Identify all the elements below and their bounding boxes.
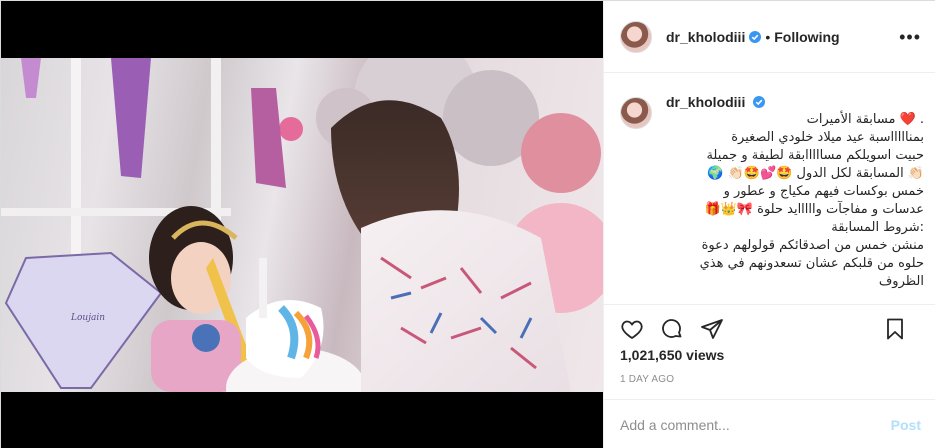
diamond-sign-label: Loujain bbox=[70, 313, 105, 323]
post-header: dr_kholodiii • Following ••• bbox=[604, 1, 935, 73]
comment-icon[interactable] bbox=[660, 317, 684, 341]
following-button[interactable]: Following bbox=[774, 29, 839, 45]
post-time[interactable]: 1 DAY AGO bbox=[620, 374, 674, 385]
action-bar bbox=[604, 304, 935, 352]
comment-box: Post bbox=[604, 399, 935, 448]
username-link[interactable]: dr_kholodiii bbox=[666, 29, 745, 45]
avatar[interactable] bbox=[620, 20, 652, 53]
comment-input[interactable] bbox=[620, 416, 891, 433]
verified-icon bbox=[749, 30, 762, 43]
instagram-post: Loujain dr_kholodiii • Following ••• dr_… bbox=[0, 0, 935, 448]
separator-dot: • bbox=[765, 28, 771, 45]
caption-username[interactable]: dr_kholodiii bbox=[666, 94, 745, 110]
heart-icon[interactable] bbox=[620, 317, 644, 341]
verified-icon bbox=[753, 96, 766, 108]
view-count[interactable]: 1,021,650 views bbox=[620, 347, 724, 363]
video-frame[interactable]: Loujain bbox=[1, 58, 603, 392]
bookmark-icon[interactable] bbox=[883, 317, 907, 341]
video-still: Loujain bbox=[1, 58, 603, 392]
caption-avatar[interactable] bbox=[620, 97, 652, 129]
more-icon[interactable]: ••• bbox=[899, 27, 921, 48]
post-side-panel: dr_kholodiii • Following ••• dr_kholodii… bbox=[603, 1, 935, 448]
share-icon[interactable] bbox=[700, 317, 724, 341]
caption: dr_kholodiii . ❤️ مسابقة الأميرات بمنااا… bbox=[620, 93, 925, 298]
post-button[interactable]: Post bbox=[891, 417, 921, 433]
video-player[interactable]: Loujain bbox=[1, 1, 603, 448]
caption-text: . ❤️ مسابقة الأميرات بمناااااسبة عيد ميل… bbox=[699, 112, 924, 289]
